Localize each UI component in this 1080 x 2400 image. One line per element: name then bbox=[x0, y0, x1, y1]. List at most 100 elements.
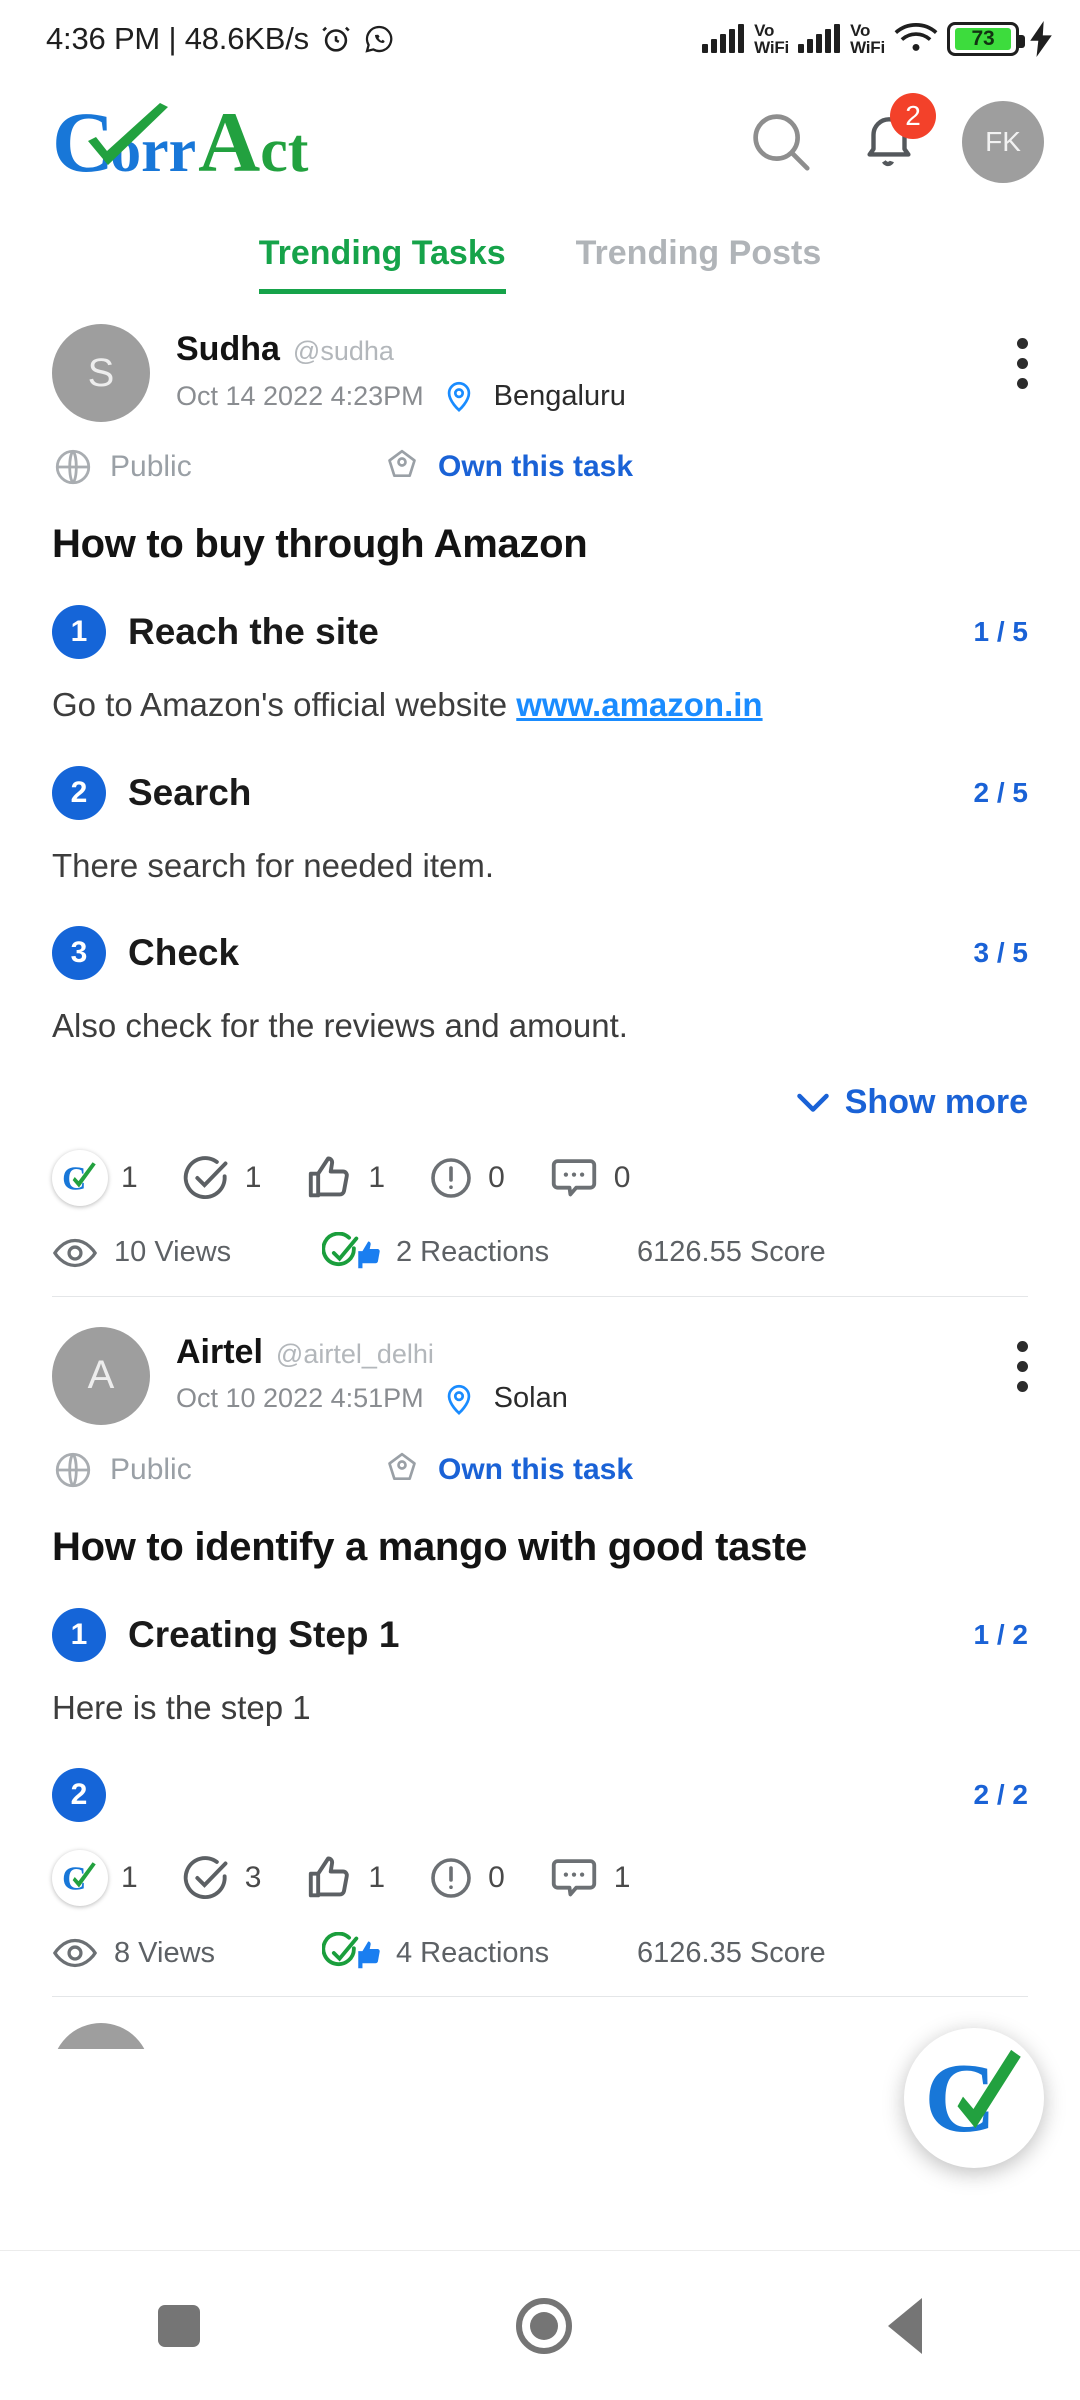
step-description: Here is the step 1 bbox=[52, 1688, 311, 1726]
check-circle-icon bbox=[180, 1152, 232, 1204]
post-stats-row: 8 Views 4 Reactions 6126.35 Score bbox=[52, 1932, 1028, 1974]
step-number-badge: 2 bbox=[52, 765, 106, 820]
avatar[interactable]: FK bbox=[962, 101, 1044, 183]
reaction-count: 0 bbox=[613, 1160, 631, 1194]
step-number-badge: 2 bbox=[52, 1768, 106, 1823]
step-title: Reach the site bbox=[128, 611, 379, 652]
reaction-corract[interactable]: C 1 bbox=[52, 1149, 138, 1206]
post-location: Bengaluru bbox=[493, 379, 626, 412]
triangle-back-icon[interactable] bbox=[888, 2297, 922, 2354]
views-label: 10 Views bbox=[114, 1236, 232, 1269]
post-options-menu-icon[interactable] bbox=[1017, 338, 1028, 389]
reaction-comment[interactable]: 1 bbox=[547, 1851, 630, 1905]
thumbs-up-icon bbox=[303, 1152, 355, 1204]
circle-home-icon[interactable] bbox=[516, 2297, 572, 2354]
header-actions: 2 FK bbox=[746, 92, 1044, 183]
visibility-chip: Public bbox=[52, 446, 382, 488]
post-author-block: Sudha @sudha Oct 14 2022 4:23PM Bengalur… bbox=[176, 324, 626, 413]
tab-trending-posts[interactable]: Trending Posts bbox=[576, 234, 822, 294]
reactions-summary-icon bbox=[322, 1231, 380, 1274]
post-options-menu-icon[interactable] bbox=[1017, 1340, 1028, 1392]
task-step[interactable]: 2 2 / 2 bbox=[52, 1768, 1028, 1823]
step-description: Also check for the reviews and amount. bbox=[52, 1007, 628, 1045]
post-author-name[interactable]: Airtel bbox=[176, 1333, 263, 1372]
reaction-like[interactable]: 1 bbox=[303, 1152, 385, 1204]
post-stats-row: 10 Views 2 Reactions 6126.55 Score bbox=[52, 1231, 1028, 1274]
create-task-fab[interactable]: C bbox=[904, 2028, 1044, 2168]
task-step[interactable]: 1 Reach the site 1 / 5 bbox=[52, 605, 1028, 659]
reaction-bar: C 1 3 1 bbox=[52, 1850, 1028, 1907]
tab-trending-tasks[interactable]: Trending Tasks bbox=[258, 234, 506, 294]
location-pin-icon bbox=[442, 379, 476, 413]
reaction-verify[interactable]: 1 bbox=[180, 1152, 262, 1204]
score-stat: 6126.35 Score bbox=[637, 1937, 826, 1970]
tag-icon bbox=[382, 1450, 422, 1490]
post-card: S Sudha @sudha Oct 14 2022 4:23PM Bengal… bbox=[0, 294, 1080, 1274]
post-card: A Airtel @airtel_delhi Oct 10 2022 4:51P… bbox=[0, 1297, 1080, 1975]
post-author-handle[interactable]: @sudha bbox=[293, 336, 394, 367]
reaction-count: 1 bbox=[244, 1160, 262, 1194]
amazon-link[interactable]: www.amazon.in bbox=[516, 686, 762, 723]
wifi-icon bbox=[894, 22, 938, 56]
reaction-count: 0 bbox=[488, 1160, 505, 1194]
step-counter: 1 / 2 bbox=[973, 1618, 1028, 1650]
logo-letter-a: A bbox=[198, 94, 261, 190]
signal-bars-sim2-icon bbox=[798, 24, 841, 53]
reaction-verify[interactable]: 3 bbox=[180, 1852, 261, 1904]
task-step[interactable]: 3 Check 3 / 5 bbox=[52, 926, 1028, 981]
reaction-comment[interactable]: 0 bbox=[547, 1151, 631, 1205]
post-author-name[interactable]: Sudha bbox=[176, 330, 280, 369]
alarm-icon bbox=[319, 22, 353, 56]
square-recents-icon[interactable] bbox=[158, 2304, 200, 2347]
post-author-handle[interactable]: @airtel_delhi bbox=[276, 1339, 434, 1370]
avatar[interactable] bbox=[52, 2023, 150, 2050]
own-task-button[interactable]: Own this task bbox=[382, 1450, 633, 1490]
step-description-text: Go to Amazon's official website bbox=[52, 686, 517, 723]
corract-logo[interactable]: C orr A ct bbox=[52, 99, 308, 185]
reaction-count: 1 bbox=[368, 1861, 386, 1895]
search-icon[interactable] bbox=[746, 107, 816, 177]
avatar[interactable]: S bbox=[52, 324, 150, 422]
views-label: 8 Views bbox=[114, 1936, 216, 1969]
reactions-stat: 4 Reactions bbox=[322, 1932, 637, 1974]
tag-icon bbox=[382, 447, 422, 487]
score-label: 6126.55 Score bbox=[637, 1236, 826, 1269]
wifi-text-2: WiFi bbox=[850, 38, 885, 57]
signal-bars-sim1-icon bbox=[702, 24, 745, 53]
corract-logo-icon: C bbox=[52, 1149, 108, 1206]
step-number-badge: 3 bbox=[52, 926, 106, 981]
task-step[interactable]: 2 Search 2 / 5 bbox=[52, 765, 1028, 820]
charging-bolt-icon bbox=[1028, 21, 1054, 57]
post-meta-line: Oct 10 2022 4:51PM Solan bbox=[176, 1382, 568, 1416]
notifications-button[interactable]: 2 bbox=[858, 92, 936, 176]
reaction-corract[interactable]: C 1 bbox=[52, 1850, 138, 1907]
step-title: Creating Step 1 bbox=[128, 1613, 400, 1655]
task-step[interactable]: 1 Creating Step 1 1 / 2 bbox=[52, 1607, 1028, 1662]
reaction-like[interactable]: 1 bbox=[303, 1852, 385, 1904]
show-more-button[interactable]: Show more bbox=[52, 1083, 1028, 1122]
exclamation-circle-icon bbox=[427, 1854, 475, 1902]
visibility-label: Public bbox=[110, 450, 192, 483]
reaction-report[interactable]: 0 bbox=[427, 1854, 505, 1902]
reactions-stat: 2 Reactions bbox=[322, 1231, 637, 1274]
own-task-button[interactable]: Own this task bbox=[382, 447, 633, 487]
android-nav-bar bbox=[0, 2250, 1080, 2400]
status-time-and-network-speed: 4:36 PM | 48.6KB/s bbox=[46, 21, 309, 56]
avatar[interactable]: A bbox=[52, 1326, 150, 1425]
post-header: S Sudha @sudha Oct 14 2022 4:23PM Bengal… bbox=[52, 324, 1028, 422]
score-stat: 6126.55 Score bbox=[637, 1236, 826, 1269]
feed-tabs: Trending Tasks Trending Posts bbox=[0, 206, 1080, 294]
step-title: Search bbox=[128, 771, 252, 813]
step-counter: 2 / 2 bbox=[973, 1779, 1028, 1811]
reaction-count: 1 bbox=[368, 1160, 386, 1194]
status-bar-right: Vo WiFi Vo WiFi 73 bbox=[702, 21, 1054, 57]
globe-icon bbox=[52, 1449, 94, 1491]
step-description: There search for needed item. bbox=[52, 846, 495, 884]
step-counter: 3 / 5 bbox=[973, 937, 1028, 969]
post-timestamp: Oct 14 2022 4:23PM bbox=[176, 380, 424, 411]
globe-icon bbox=[52, 446, 94, 488]
step-title: Check bbox=[128, 932, 240, 974]
reaction-report[interactable]: 0 bbox=[427, 1154, 505, 1202]
thumbs-up-icon bbox=[303, 1852, 355, 1904]
location-pin-icon bbox=[442, 1382, 476, 1416]
